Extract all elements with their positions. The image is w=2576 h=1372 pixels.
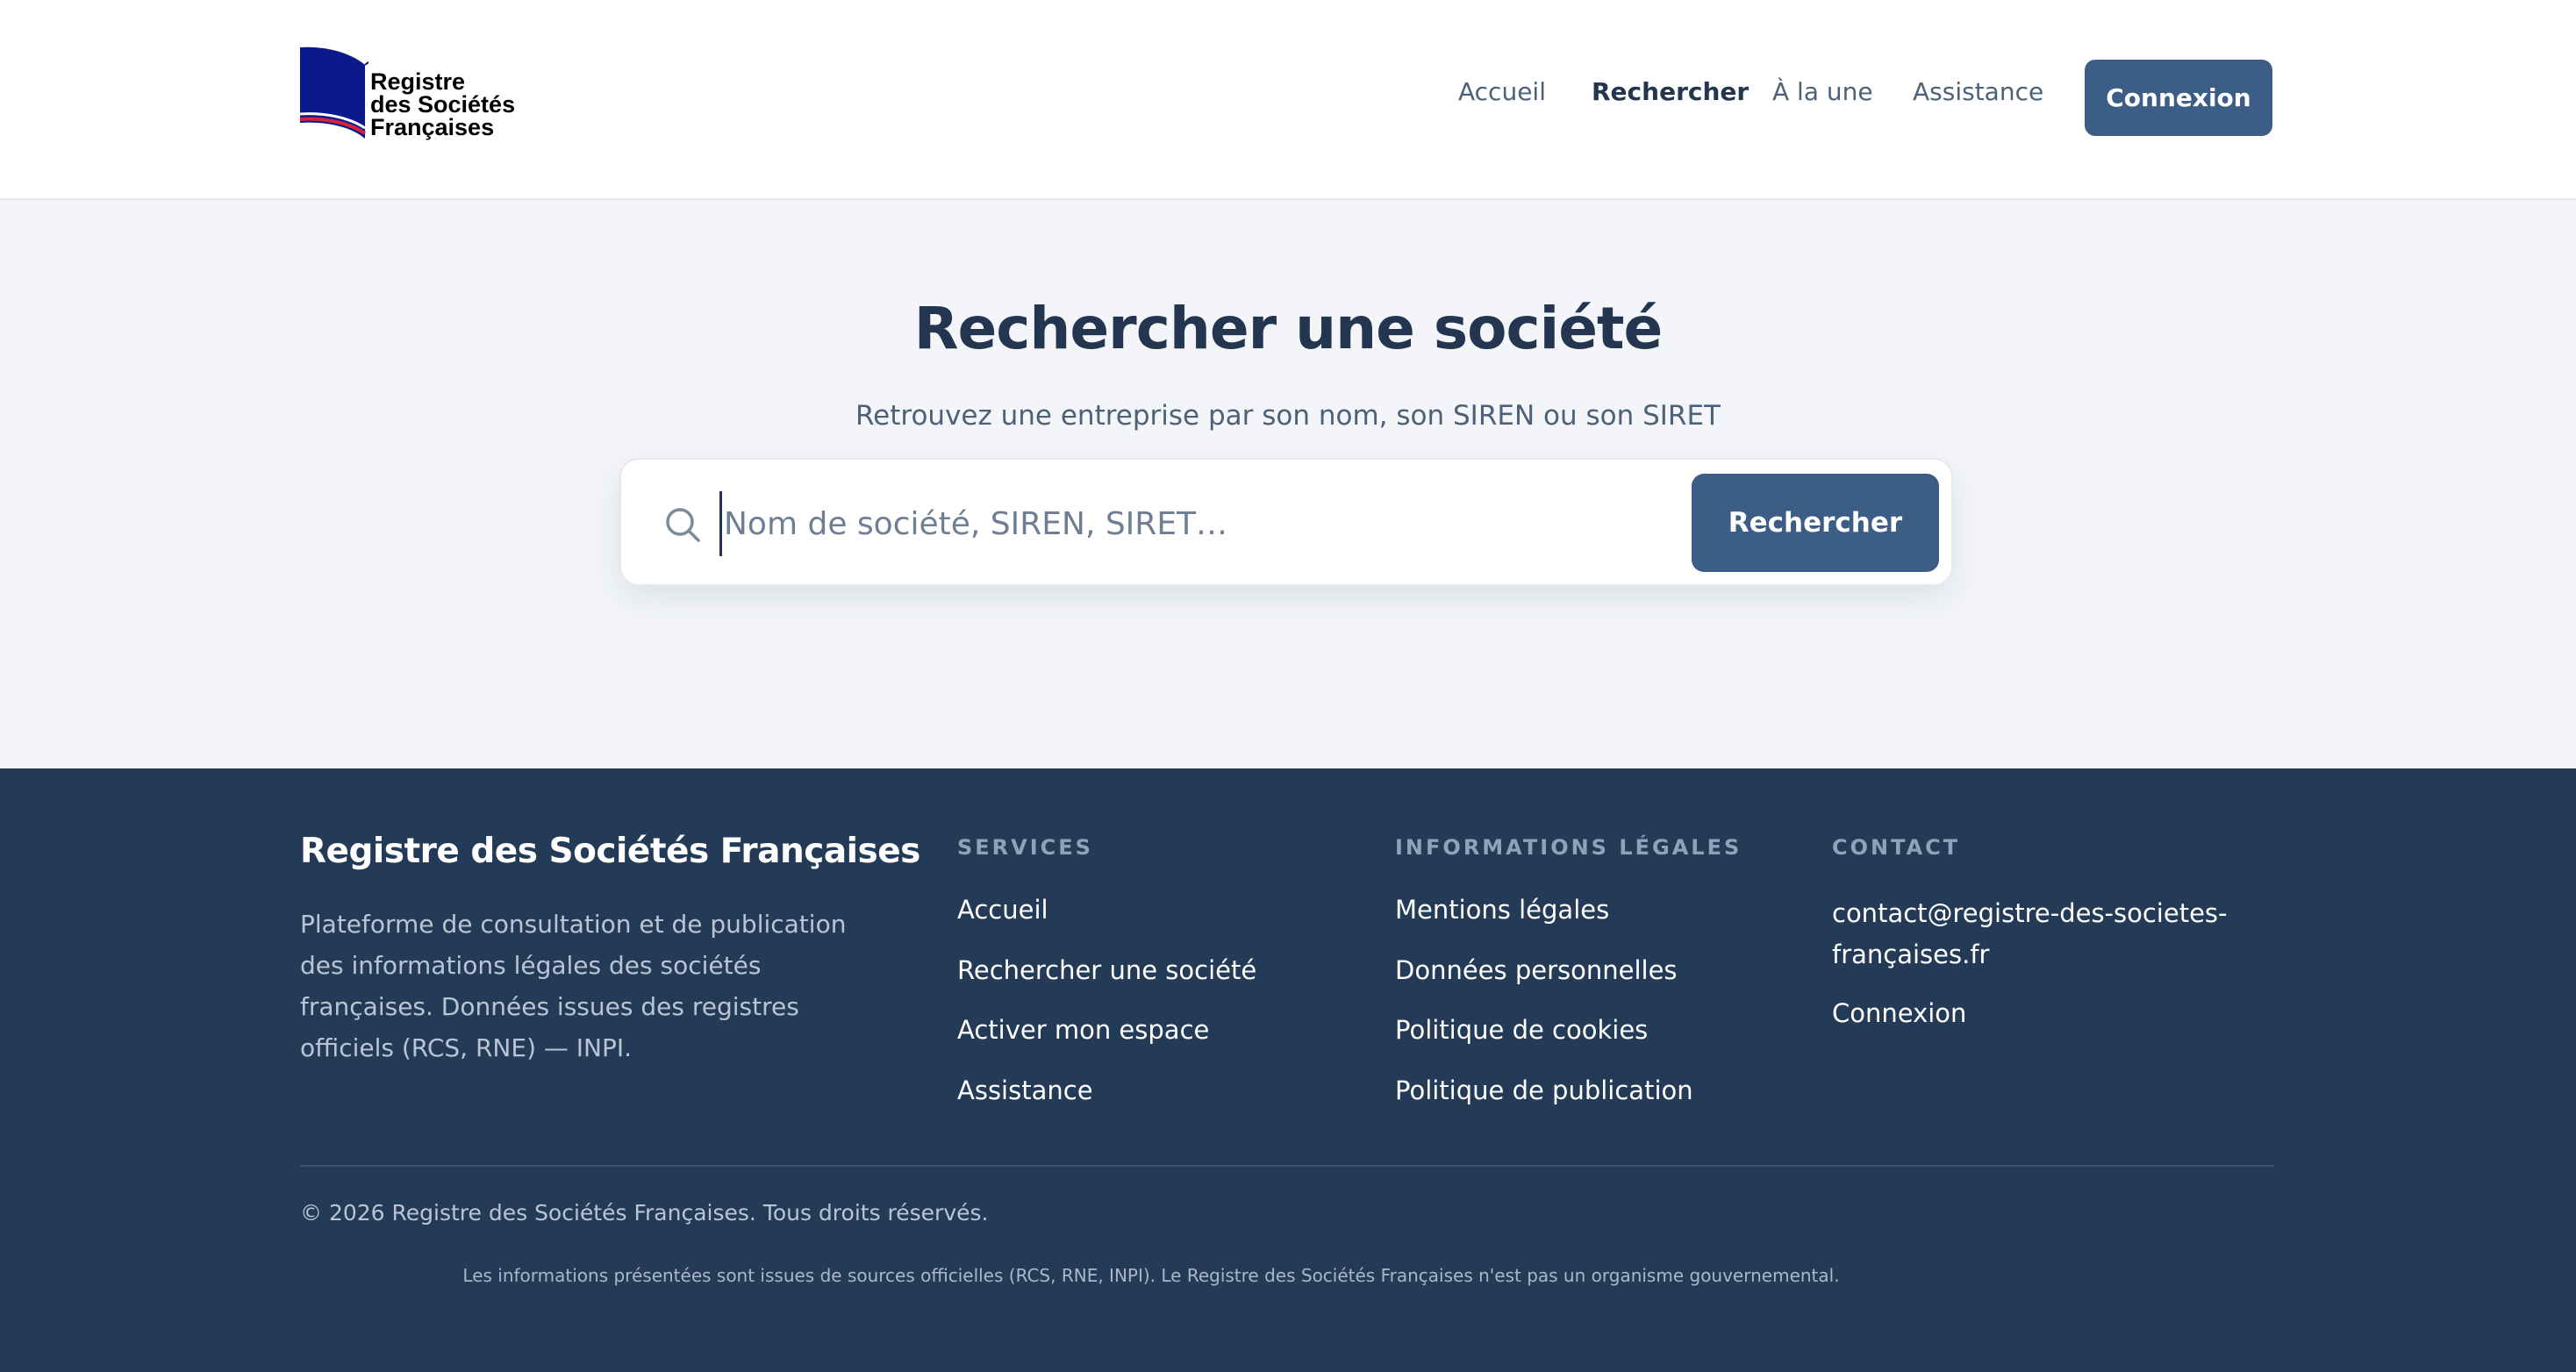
- logo-book-icon: [299, 46, 369, 139]
- site-header: Registre des Sociétés Françaises Accueil…: [0, 0, 2576, 200]
- footer-copyright: © 2026 Registre des Sociétés Françaises.…: [300, 1200, 989, 1226]
- footer-brand: Registre des Sociétés Françaises: [300, 832, 920, 871]
- footer-link-politique-publication[interactable]: Politique de publication: [1395, 1075, 1693, 1105]
- footer-legal-title: INFORMATIONS LÉGALES: [1395, 835, 1742, 860]
- site-footer: Registre des Sociétés Françaises Platefo…: [0, 768, 2576, 1372]
- footer-contact-title: CONTACT: [1832, 835, 1961, 860]
- logo-text: Registre des Sociétés Françaises: [370, 68, 516, 140]
- footer-link-assistance[interactable]: Assistance: [957, 1075, 1093, 1105]
- page-title: Rechercher une société: [913, 295, 1664, 362]
- site-logo[interactable]: Registre des Sociétés Françaises: [298, 46, 526, 144]
- footer-link-connexion[interactable]: Connexion: [1832, 998, 1966, 1028]
- nav-item-accueil[interactable]: Accueil: [1458, 77, 1546, 106]
- search-button[interactable]: Rechercher: [1692, 474, 1939, 572]
- nav-item-rechercher[interactable]: Rechercher: [1592, 77, 1749, 106]
- nav-item-assistance[interactable]: Assistance: [1913, 77, 2043, 106]
- login-button[interactable]: Connexion: [2085, 60, 2272, 136]
- footer-services-title: SERVICES: [957, 835, 1093, 860]
- search-icon: [666, 508, 700, 542]
- footer-link-politique-cookies[interactable]: Politique de cookies: [1395, 1015, 1648, 1045]
- footer-link-donnees-personnelles[interactable]: Données personnelles: [1395, 955, 1678, 985]
- footer-divider: [300, 1165, 2274, 1167]
- footer-description: Plateforme de consultation et de publica…: [300, 910, 847, 1062]
- footer-link-mentions-legales[interactable]: Mentions légales: [1395, 895, 1609, 925]
- footer-contact-email[interactable]: contact@registre-des-societes-françaises…: [1832, 893, 2236, 975]
- page-subtitle: Retrouvez une entreprise par son nom, so…: [855, 400, 1721, 432]
- footer-link-accueil[interactable]: Accueil: [957, 895, 1048, 925]
- footer-disclaimer: Les informations présentées sont issues …: [462, 1265, 1840, 1286]
- search-bar: Rechercher: [619, 458, 1953, 586]
- footer-link-rechercher-societe[interactable]: Rechercher une société: [957, 955, 1256, 985]
- footer-link-activer-espace[interactable]: Activer mon espace: [957, 1015, 1209, 1045]
- search-input[interactable]: [719, 491, 1597, 556]
- nav-item-a-la-une[interactable]: À la une: [1772, 77, 1873, 106]
